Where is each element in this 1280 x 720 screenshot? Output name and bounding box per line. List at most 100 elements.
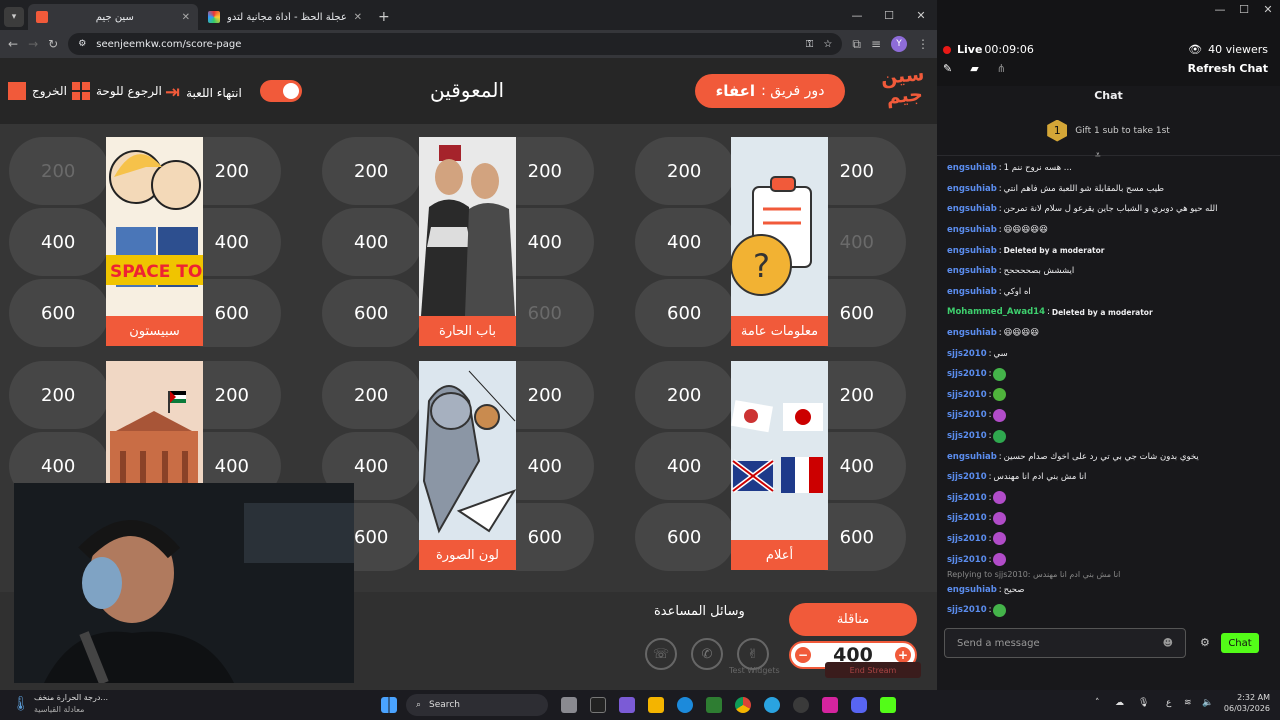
tab-wheel[interactable]: ✕ عجلة الحظ - أداة مجانية لتدوير الا <box>200 4 370 30</box>
increase-score-button[interactable]: + <box>895 647 911 663</box>
chat-username[interactable]: sjjs2010 <box>947 472 987 482</box>
chat-username[interactable]: sjjs2010 <box>947 555 987 565</box>
question-button-200[interactable]: 200 <box>9 361 109 429</box>
telegram-icon[interactable] <box>764 697 780 713</box>
end-game-toggle[interactable] <box>260 80 302 102</box>
windows-start-icon[interactable] <box>381 697 397 713</box>
question-button-600[interactable]: 600 <box>635 279 735 347</box>
chat-username[interactable]: sjjs2010 <box>947 513 987 523</box>
task-view-icon[interactable] <box>561 697 577 713</box>
tradingview-icon[interactable] <box>590 697 606 713</box>
minimize-icon[interactable]: — <box>841 0 873 30</box>
chat-username[interactable]: sjjs2010 <box>947 431 987 441</box>
tab-list-button[interactable]: ▾ <box>4 7 24 27</box>
question-button-200[interactable]: 200 <box>9 137 109 205</box>
app-icon[interactable] <box>619 697 635 713</box>
kick-icon[interactable] <box>880 697 896 713</box>
chat-username[interactable]: sjjs2010 <box>947 410 987 420</box>
cloud-icon[interactable]: ☁ <box>1115 698 1124 708</box>
chat-username[interactable]: engsuhiab <box>947 585 997 595</box>
question-button-200[interactable]: 200 <box>635 137 735 205</box>
end-stream-button[interactable]: End Stream <box>825 662 921 678</box>
team-name-button[interactable]: مناقلة <box>789 603 917 636</box>
microphone-icon[interactable]: 🎙 <box>1138 698 1149 708</box>
bookmark-star-icon[interactable]: ☆ <box>823 39 832 50</box>
chat-username[interactable]: sjjs2010 <box>947 493 987 503</box>
decrease-score-button[interactable]: − <box>795 647 811 663</box>
end-game-control[interactable]: انتهاء اللعبة ⇥ <box>165 82 242 103</box>
reload-icon[interactable]: ↻ <box>48 37 58 51</box>
new-tab-button[interactable]: + <box>372 4 396 30</box>
close-window-icon[interactable]: ✕ <box>905 0 937 30</box>
chat-username[interactable]: sjjs2010 <box>947 369 987 379</box>
minimize-icon[interactable]: — <box>1208 0 1232 18</box>
clock[interactable]: 2:32 AM 06/03/2026 <box>1222 693 1270 713</box>
site-logo[interactable]: سين جيم <box>879 63 930 117</box>
tab-seen-jeem[interactable]: ✕ سين جيم <box>28 4 198 30</box>
question-button-400[interactable]: 400 <box>9 208 109 276</box>
call-transfer-icon[interactable]: ☏ <box>645 638 677 670</box>
chrome-icon[interactable] <box>735 697 751 713</box>
chat-username[interactable]: engsuhiab <box>947 184 997 194</box>
extensions-icon[interactable]: ⧉ <box>852 37 861 52</box>
exit-button[interactable]: الخروج <box>8 82 67 100</box>
question-button-400[interactable]: 400 <box>635 432 735 500</box>
share-icon[interactable]: ⋔ <box>997 62 1006 75</box>
question-button-200[interactable]: 200 <box>635 361 735 429</box>
question-button-400[interactable]: 400 <box>635 208 735 276</box>
chat-username[interactable]: Mohammed_Awad14 <box>947 307 1045 317</box>
volume-icon[interactable]: 🔈 <box>1202 698 1213 708</box>
media-icon[interactable]: ≡ <box>871 37 881 51</box>
phone-icon[interactable]: ✆ <box>691 638 723 670</box>
weather-icon[interactable]: 🌡 <box>12 696 30 712</box>
chat-username[interactable]: sjjs2010 <box>947 534 987 544</box>
gift-banner[interactable]: 1 Gift 1 sub to take 1st <box>937 106 1280 156</box>
discord-icon[interactable] <box>851 697 867 713</box>
chat-username[interactable]: engsuhiab <box>947 225 997 235</box>
instagram-icon[interactable] <box>822 697 838 713</box>
back-to-board-button[interactable]: الرجوع للوحة <box>72 82 162 100</box>
taskbar-search[interactable]: ⌕ Search <box>406 694 548 716</box>
chat-username[interactable]: sjjs2010 <box>947 349 987 359</box>
close-icon[interactable]: ✕ <box>182 12 190 23</box>
question-button-600[interactable]: 600 <box>9 279 109 347</box>
edge-icon[interactable] <box>677 697 693 713</box>
chat-username[interactable]: engsuhiab <box>947 328 997 338</box>
forward-icon[interactable]: → <box>28 37 38 51</box>
weather-line1[interactable]: درجة الحرارة منخف... <box>34 693 108 702</box>
menu-icon[interactable]: ⋮ <box>917 37 929 51</box>
key-icon[interactable]: ⚿ <box>806 39 814 50</box>
folder-icon[interactable]: ▰ <box>970 62 978 75</box>
chat-username[interactable]: engsuhiab <box>947 452 997 462</box>
chat-username[interactable]: engsuhiab <box>947 204 997 214</box>
wifi-icon[interactable]: ≋ <box>1184 698 1192 708</box>
chat-username[interactable]: sjjs2010 <box>947 390 987 400</box>
chat-username[interactable]: engsuhiab <box>947 163 997 173</box>
refresh-chat-button[interactable]: Refresh Chat <box>1188 62 1268 75</box>
back-icon[interactable]: ← <box>8 37 18 51</box>
test-widgets-label[interactable]: Test Widgets <box>729 666 780 675</box>
question-button-400[interactable]: 400 <box>322 208 422 276</box>
chat-username[interactable]: engsuhiab <box>947 287 997 297</box>
profile-avatar[interactable]: Y <box>891 36 907 52</box>
emoji-icon[interactable]: ☻ <box>1163 638 1173 649</box>
language-indicator[interactable]: ع <box>1166 698 1171 708</box>
tray-chevron-icon[interactable]: ˄ <box>1095 698 1100 708</box>
chat-username[interactable]: engsuhiab <box>947 246 997 256</box>
question-button-600[interactable]: 600 <box>635 503 735 571</box>
question-button-200[interactable]: 200 <box>322 137 422 205</box>
file-explorer-icon[interactable] <box>648 697 664 713</box>
close-window-icon[interactable]: ✕ <box>1256 0 1280 18</box>
store-icon[interactable] <box>706 697 722 713</box>
app-icon[interactable] <box>793 697 809 713</box>
question-button-600[interactable]: 600 <box>322 279 422 347</box>
maximize-icon[interactable]: ☐ <box>1232 0 1256 18</box>
question-button-200[interactable]: 200 <box>322 361 422 429</box>
edit-icon[interactable]: ✎ <box>943 62 952 75</box>
close-icon[interactable]: ✕ <box>354 12 362 23</box>
url-field[interactable]: ⚙ seenjeemkw.com/score-page ⚿ ☆ <box>68 33 843 55</box>
site-info-icon[interactable]: ⚙ <box>78 39 86 49</box>
chat-settings-icon[interactable]: ⚙ <box>1200 636 1210 649</box>
chat-username[interactable]: sjjs2010 <box>947 605 987 615</box>
chat-username[interactable]: engsuhiab <box>947 266 997 276</box>
